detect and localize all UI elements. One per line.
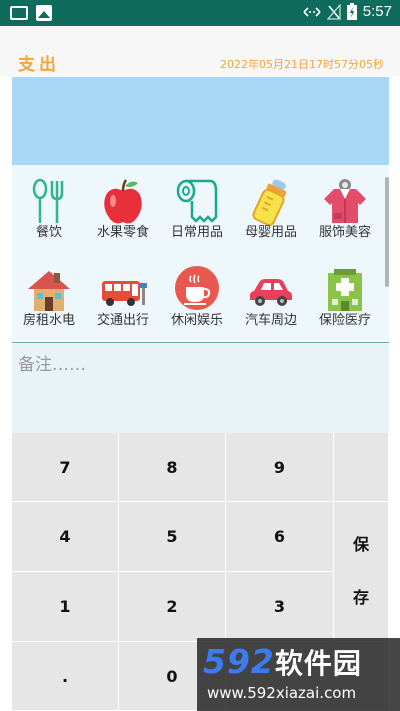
record-datetime[interactable]: 2022年05月21日17时57分05秒	[220, 56, 384, 72]
key-6[interactable]: 6	[226, 502, 334, 572]
watermark-digits: 592	[203, 642, 275, 681]
category-dining[interactable]: 餐饮	[12, 173, 86, 247]
house-icon	[28, 271, 70, 311]
category-label: 休闲娱乐	[170, 313, 223, 328]
key-blank[interactable]	[334, 433, 389, 502]
category-label: 水果零食	[96, 225, 149, 240]
category-label: 房租水电	[22, 313, 75, 328]
category-label: 服饰美容	[318, 225, 371, 240]
category-clothing-beauty[interactable]: 服饰美容	[308, 173, 382, 247]
site-watermark: 592软件园 www.592xiazai.com	[197, 638, 400, 711]
key-7[interactable]: 7	[12, 433, 119, 502]
watermark-url: www.592xiazai.com	[207, 684, 357, 702]
shirt-icon	[324, 179, 366, 223]
key-5[interactable]: 5	[119, 502, 226, 572]
category-label: 母婴用品	[244, 225, 297, 240]
category-fruit-snacks[interactable]: 水果零食	[86, 173, 160, 247]
bus-icon	[102, 281, 147, 306]
image-icon	[36, 5, 52, 21]
fork-spoon-icon	[32, 178, 64, 223]
key-1[interactable]: 1	[12, 572, 119, 642]
category-rent-utilities[interactable]: 房租水电	[12, 261, 86, 335]
key-3[interactable]: 3	[226, 572, 334, 642]
status-bar: 5:57	[0, 0, 400, 26]
watermark-logo: 592软件园	[203, 642, 362, 682]
header-bar: 支出 2022年05月21日17时57分05秒	[0, 26, 400, 76]
category-label: 汽车周边	[244, 313, 297, 328]
hospital-icon	[328, 269, 362, 311]
page-title[interactable]: 支出	[18, 50, 60, 75]
battery-charging-icon	[346, 3, 357, 20]
tissue-roll-icon	[176, 179, 218, 223]
baby-bottle-icon	[252, 179, 287, 226]
category-label: 交通出行	[96, 313, 149, 328]
key-8[interactable]: 8	[119, 433, 226, 502]
category-daily-goods[interactable]: 日常用品	[160, 173, 234, 247]
key-2[interactable]: 2	[119, 572, 226, 642]
category-car[interactable]: 汽车周边	[234, 261, 308, 335]
no-signal-icon	[326, 3, 341, 20]
category-scrollbar[interactable]	[385, 177, 389, 287]
key-9[interactable]: 9	[226, 433, 334, 502]
category-baby-goods[interactable]: 母婴用品	[234, 173, 308, 247]
key-dot[interactable]: .	[12, 642, 119, 711]
category-label: 保险医疗	[318, 313, 371, 328]
category-panel: 餐饮 水果零食 日常用品 母婴用品 服饰美容 房租水电 交通出行 休闲娱乐 汽车…	[12, 165, 389, 343]
key-4[interactable]: 4	[12, 502, 119, 572]
note-area	[12, 343, 389, 433]
category-label: 日常用品	[170, 225, 223, 240]
category-transport[interactable]: 交通出行	[86, 261, 160, 335]
category-label: 餐饮	[35, 225, 62, 240]
note-input[interactable]	[12, 343, 389, 387]
amount-display	[12, 77, 389, 165]
coffee-cup-icon	[175, 266, 219, 310]
car-icon	[250, 279, 292, 306]
status-time: 5:57	[362, 3, 392, 20]
save-button[interactable]: 保 存	[334, 502, 389, 642]
watermark-brand: 软件园	[274, 647, 362, 680]
keyboard-icon	[10, 6, 28, 20]
category-insurance-medical[interactable]: 保险医疗	[308, 261, 382, 335]
category-leisure[interactable]: 休闲娱乐	[160, 261, 234, 335]
data-transfer-icon	[303, 6, 321, 17]
apple-icon	[104, 179, 142, 224]
